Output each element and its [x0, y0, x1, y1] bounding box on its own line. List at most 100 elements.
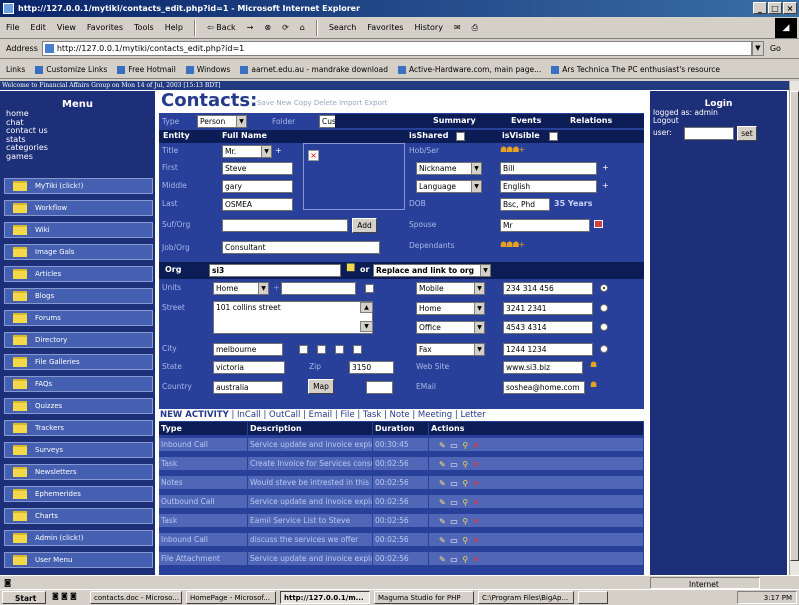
- note-icon[interactable]: ▭: [450, 517, 459, 526]
- phone-type-select-2[interactable]: Home ▼: [416, 302, 485, 315]
- menu-item-image-gals[interactable]: Image Gals: [4, 244, 153, 260]
- row-action-icons[interactable]: ✎ ▭ ⚲ ✕: [439, 439, 480, 451]
- maximize-button[interactable]: □: [768, 2, 782, 14]
- favorites-button[interactable]: Favorites: [367, 23, 403, 32]
- menu-item-file-galleries[interactable]: File Galleries: [4, 354, 153, 370]
- menu-item-trackers[interactable]: Trackers: [4, 420, 153, 436]
- home-icon[interactable]: ⌂: [300, 23, 305, 32]
- address-checkbox-1[interactable]: [299, 345, 308, 354]
- email-input[interactable]: soshea@home.com: [503, 381, 585, 394]
- contact-actions[interactable]: Save New Copy Delete Import Export: [257, 99, 387, 107]
- street-textarea[interactable]: 101 collins street: [213, 301, 373, 334]
- phone-input-4[interactable]: 1244 1234: [503, 343, 593, 356]
- delete-icon[interactable]: ✕: [473, 460, 481, 469]
- row-action-icons[interactable]: ✎ ▭ ⚲ ✕: [439, 477, 480, 489]
- logout-link[interactable]: Logout: [650, 117, 787, 125]
- note-icon[interactable]: ▭: [450, 460, 459, 469]
- search-icon[interactable]: ⚲: [462, 498, 469, 507]
- taskbar-item-word[interactable]: contacts.doc - Microso...: [90, 591, 182, 604]
- link-aarnet[interactable]: aarnet.edu.au - mandrake download: [240, 65, 388, 74]
- add-icon[interactable]: +: [273, 283, 280, 292]
- add-icon[interactable]: +: [602, 181, 609, 190]
- link-windows[interactable]: Windows: [186, 65, 230, 74]
- title-select[interactable]: Mr. ▼: [222, 145, 272, 158]
- link-customize[interactable]: Customize Links: [35, 65, 107, 74]
- city-input[interactable]: melbourne: [213, 343, 283, 356]
- units-input[interactable]: [281, 282, 356, 295]
- link-ars-technica[interactable]: Ars Technica The PC enthusiast's resourc…: [551, 65, 720, 74]
- isshared-checkbox[interactable]: [456, 132, 465, 141]
- menu-item-ephemerides[interactable]: Ephemerides: [4, 486, 153, 502]
- row-action-icons[interactable]: ✎ ▭ ⚲ ✕: [439, 534, 480, 546]
- language-input[interactable]: English: [500, 180, 597, 193]
- refresh-icon[interactable]: ⟳: [282, 23, 289, 32]
- delete-icon[interactable]: ✕: [473, 555, 481, 564]
- row-action-icons[interactable]: ✎ ▭ ⚲ ✕: [439, 496, 480, 508]
- print-icon[interactable]: ⎙: [472, 23, 478, 33]
- note-icon[interactable]: ▭: [450, 498, 459, 507]
- minimize-button[interactable]: _: [753, 2, 767, 14]
- back-button[interactable]: ⇦ Back: [207, 23, 236, 32]
- menu-item-blogs[interactable]: Blogs: [4, 288, 153, 304]
- menu-view[interactable]: View: [57, 23, 76, 32]
- edit-icon[interactable]: ✎: [439, 517, 447, 526]
- nickname-input[interactable]: Bill: [500, 162, 597, 175]
- type-select[interactable]: Person ▼: [197, 115, 247, 128]
- address-checkbox-4[interactable]: [353, 345, 362, 354]
- menu-item-wiki[interactable]: Wiki: [4, 222, 153, 238]
- search-button[interactable]: Search: [329, 23, 356, 32]
- website-input[interactable]: www.si3.biz: [503, 361, 583, 374]
- menu-item-faqs[interactable]: FAQs: [4, 376, 153, 392]
- language-select[interactable]: Language ▼: [416, 180, 482, 193]
- suforg-input[interactable]: [222, 219, 348, 232]
- activity-row[interactable]: NotesWould steve be intrested in this se…: [159, 476, 644, 489]
- note-icon[interactable]: ▭: [450, 536, 459, 545]
- dependants-icons[interactable]: ☗☗☗+: [500, 240, 525, 249]
- state-input[interactable]: victoria: [213, 361, 285, 374]
- scroll-down-icon[interactable]: ▼: [360, 321, 373, 332]
- add-icon[interactable]: +: [275, 146, 282, 155]
- menu-item-surveys[interactable]: Surveys: [4, 442, 153, 458]
- forward-icon[interactable]: →: [247, 23, 254, 32]
- address-dropdown[interactable]: ▼: [751, 41, 764, 56]
- isvisible-checkbox[interactable]: [549, 132, 558, 141]
- units-select[interactable]: Home ▼: [213, 282, 269, 295]
- edit-icon[interactable]: ✎: [439, 498, 447, 507]
- scroll-thumb[interactable]: [790, 91, 799, 561]
- menu-edit[interactable]: Edit: [30, 23, 46, 32]
- note-icon[interactable]: ▭: [450, 441, 459, 450]
- primary-phone-radio-2[interactable]: [600, 304, 608, 312]
- phone-input-1[interactable]: 234 314 456: [503, 282, 593, 295]
- delete-icon[interactable]: ✕: [473, 536, 481, 545]
- country-code-input[interactable]: [366, 381, 393, 394]
- edit-icon[interactable]: ✎: [439, 460, 447, 469]
- org-input[interactable]: si3: [209, 264, 341, 277]
- phone-input-3[interactable]: 4543 4314: [503, 321, 593, 334]
- address-input[interactable]: http://127.0.0.1/mytiki/contacts_edit.ph…: [41, 41, 752, 56]
- joborg-input[interactable]: Consultant: [222, 241, 380, 254]
- close-button[interactable]: ×: [783, 2, 797, 14]
- menu-item-newsletters[interactable]: Newsletters: [4, 464, 153, 480]
- menu-link-games[interactable]: games: [0, 152, 155, 162]
- first-name-input[interactable]: Steve: [222, 162, 293, 175]
- folder-icon[interactable]: ■: [346, 262, 355, 273]
- scroll-up-icon[interactable]: ▲: [360, 302, 373, 313]
- search-icon[interactable]: ⚲: [462, 555, 469, 564]
- search-icon[interactable]: ⚲: [462, 517, 469, 526]
- primary-phone-radio-3[interactable]: [600, 323, 608, 331]
- menu-item-charts[interactable]: Charts: [4, 508, 153, 524]
- search-icon[interactable]: ⚲: [462, 479, 469, 488]
- user-input[interactable]: [684, 127, 734, 140]
- menu-tools[interactable]: Tools: [134, 23, 154, 32]
- delete-icon[interactable]: ✕: [473, 479, 481, 488]
- row-action-icons[interactable]: ✎ ▭ ⚲ ✕: [439, 553, 480, 565]
- address-checkbox-3[interactable]: [335, 345, 344, 354]
- menu-item-articles[interactable]: Articles: [4, 266, 153, 282]
- add-button[interactable]: Add: [352, 218, 377, 233]
- taskbar-item-explorer[interactable]: C:\Program Files\BigAp...: [478, 591, 574, 604]
- add-icon[interactable]: +: [602, 163, 609, 172]
- edit-icon[interactable]: ✎: [439, 479, 447, 488]
- menu-item-directory[interactable]: Directory: [4, 332, 153, 348]
- taskbar-item-maguma[interactable]: Maguma Studio for PHP: [374, 591, 474, 604]
- row-action-icons[interactable]: ✎ ▭ ⚲ ✕: [439, 515, 480, 527]
